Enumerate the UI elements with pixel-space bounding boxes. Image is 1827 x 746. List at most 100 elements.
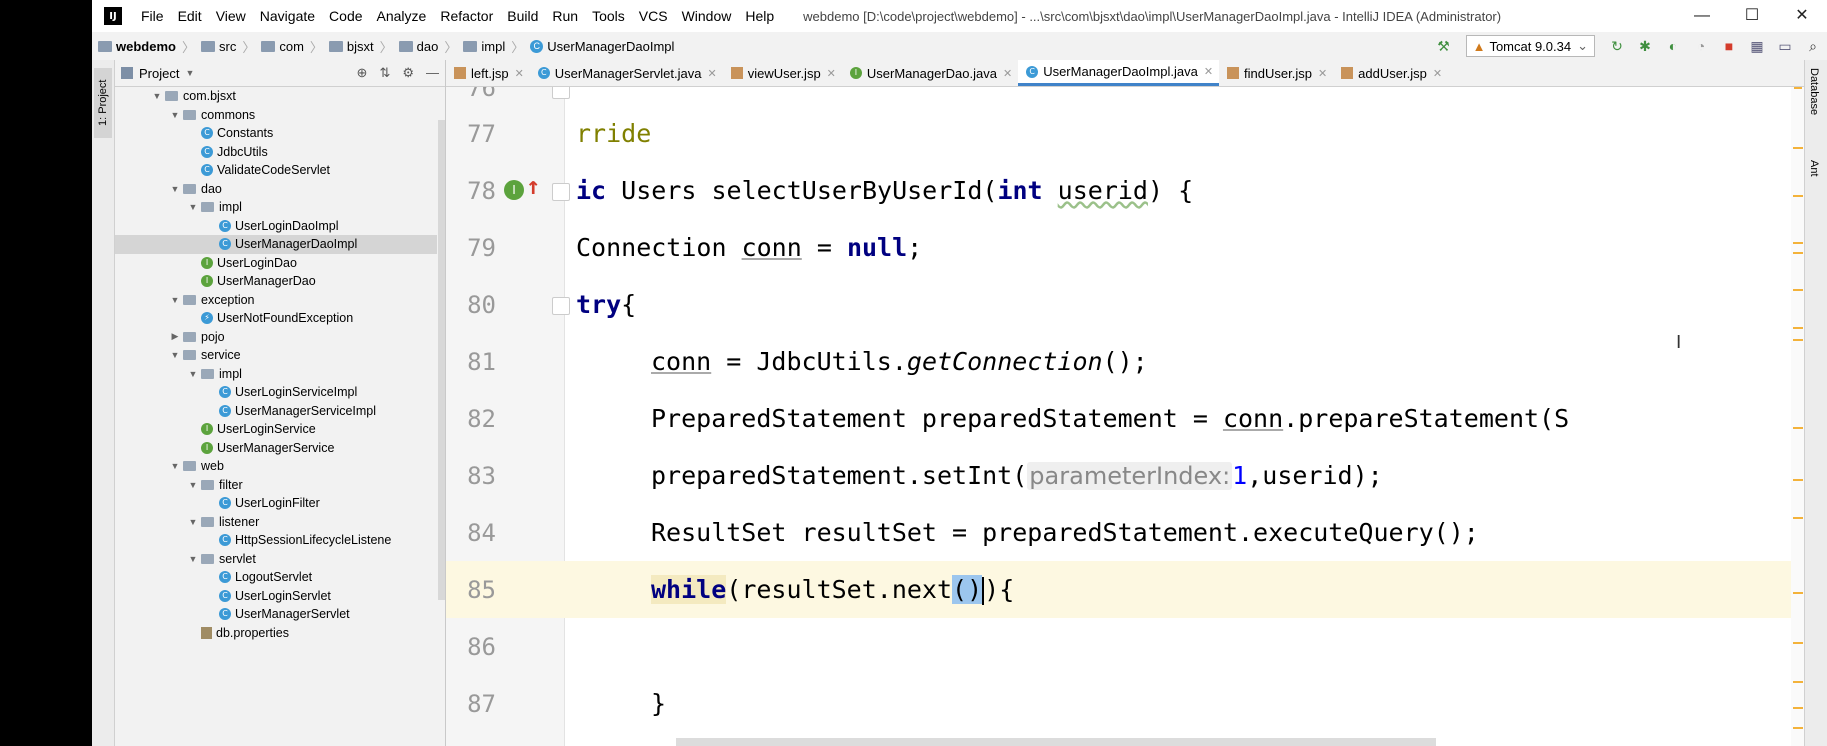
expand-down-icon[interactable]: ▼ xyxy=(167,184,183,194)
warning-marker[interactable] xyxy=(1793,147,1803,149)
tree-item[interactable]: ▼ impl xyxy=(115,198,437,217)
expand-down-icon[interactable]: ▼ xyxy=(149,91,165,101)
warning-marker[interactable] xyxy=(1793,252,1803,254)
menu-edit[interactable]: Edit xyxy=(171,8,209,24)
tree-item[interactable]: C UserManagerServiceImpl xyxy=(115,402,437,421)
warning-marker[interactable] xyxy=(1793,327,1803,329)
tree-item[interactable]: ▼ impl xyxy=(115,365,437,384)
tree-item[interactable]: C Constants xyxy=(115,124,437,143)
warning-marker[interactable] xyxy=(1793,339,1803,341)
tree-item[interactable]: I UserLoginDao xyxy=(115,254,437,273)
close-tab-icon[interactable]: ✕ xyxy=(515,67,524,80)
tree-item[interactable]: I UserManagerDao xyxy=(115,272,437,291)
close-button[interactable]: ✕ xyxy=(1777,0,1827,32)
tree-item[interactable]: db.properties xyxy=(115,624,437,643)
menu-vcs[interactable]: VCS xyxy=(632,8,675,24)
breadcrumb-src[interactable]: src xyxy=(219,39,236,54)
close-tab-icon[interactable]: ✕ xyxy=(1433,67,1442,80)
breadcrumb-impl[interactable]: impl xyxy=(481,39,505,54)
tree-item[interactable]: C UserLoginFilter xyxy=(115,494,437,513)
tree-item[interactable]: ▼ servlet xyxy=(115,550,437,569)
warning-marker[interactable] xyxy=(1793,517,1803,519)
editor-tab[interactable]: I UserManagerDao.java ✕ xyxy=(842,60,1018,86)
expand-down-icon[interactable]: ▼ xyxy=(167,110,183,120)
tree-item[interactable]: ▼ exception xyxy=(115,291,437,310)
warning-marker[interactable] xyxy=(1793,592,1803,594)
chevron-down-icon[interactable]: ▼ xyxy=(185,68,194,78)
tree-item[interactable]: ▼ filter xyxy=(115,476,437,495)
profile-icon[interactable]: ◔ xyxy=(1690,38,1712,54)
collapse-all-icon[interactable]: ⇅ xyxy=(379,65,390,81)
coverage-icon[interactable]: ◐ xyxy=(1662,38,1684,54)
close-tab-icon[interactable]: ✕ xyxy=(1003,67,1012,80)
project-scrollbar[interactable] xyxy=(438,120,445,600)
close-tab-icon[interactable]: ✕ xyxy=(707,67,716,80)
tree-item[interactable]: C UserLoginServlet xyxy=(115,587,437,606)
expand-down-icon[interactable]: ▼ xyxy=(167,295,183,305)
code-editor[interactable]: 76 77 rride 78 I ↑ ic Users selectUserBy… xyxy=(446,87,1805,746)
tree-item[interactable]: I UserManagerService xyxy=(115,439,437,458)
fold-marker-icon[interactable] xyxy=(552,183,570,201)
expand-down-icon[interactable]: ▼ xyxy=(167,350,183,360)
warning-marker[interactable] xyxy=(1794,87,1802,89)
warning-marker[interactable] xyxy=(1793,727,1803,729)
project-tool-tab[interactable]: 1: Project xyxy=(94,68,112,138)
editor-tab[interactable]: addUser.jsp ✕ xyxy=(1333,60,1448,86)
minimize-button[interactable]: — xyxy=(1677,0,1727,32)
search-icon[interactable]: ⌕ xyxy=(1802,38,1824,55)
up-arrow-icon[interactable]: ↑ xyxy=(526,172,540,200)
editor-tab[interactable]: viewUser.jsp ✕ xyxy=(723,60,842,86)
tree-item[interactable]: ▼ com.bjsxt xyxy=(115,87,437,106)
build-hammer-icon[interactable]: ⚒ xyxy=(1433,38,1455,55)
tree-item[interactable]: C LogoutServlet xyxy=(115,568,437,587)
menu-file[interactable]: File xyxy=(134,8,171,24)
menu-window[interactable]: Window xyxy=(675,8,739,24)
expand-down-icon[interactable]: ▼ xyxy=(185,554,201,564)
editor-tab[interactable]: findUser.jsp ✕ xyxy=(1219,60,1333,86)
breadcrumb-com[interactable]: com xyxy=(279,39,304,54)
editor-tab[interactable]: C UserManagerServlet.java ✕ xyxy=(530,60,723,86)
tree-item[interactable]: ▼ commons xyxy=(115,106,437,125)
debug-icon[interactable]: ✱ xyxy=(1634,38,1656,55)
tree-item[interactable]: C UserLoginServiceImpl xyxy=(115,383,437,402)
expand-down-icon[interactable]: ▼ xyxy=(185,517,201,527)
horizontal-scrollbar[interactable] xyxy=(676,738,1436,746)
tree-item[interactable]: C ValidateCodeServlet xyxy=(115,161,437,180)
menu-code[interactable]: Code xyxy=(322,8,369,24)
expand-right-icon[interactable]: ▶ xyxy=(167,331,183,342)
menu-refactor[interactable]: Refactor xyxy=(433,8,500,24)
database-tool-tab[interactable]: Database xyxy=(1808,68,1820,115)
warning-marker[interactable] xyxy=(1793,427,1803,429)
rerun-icon[interactable]: ↻ xyxy=(1606,38,1628,55)
close-tab-icon[interactable]: ✕ xyxy=(827,67,836,80)
warning-marker[interactable] xyxy=(1793,195,1803,197)
tree-item[interactable]: ▼ dao xyxy=(115,180,437,199)
project-structure-icon[interactable]: ▦ xyxy=(1746,38,1768,55)
expand-down-icon[interactable]: ▼ xyxy=(185,202,201,212)
breadcrumb-project[interactable]: webdemo xyxy=(116,39,176,54)
warning-marker[interactable] xyxy=(1793,242,1803,244)
warning-marker[interactable] xyxy=(1793,707,1803,709)
locate-icon[interactable]: ⊕ xyxy=(357,65,368,81)
project-view-select[interactable]: Project xyxy=(139,66,179,81)
menu-tools[interactable]: Tools xyxy=(585,8,632,24)
stop-icon[interactable]: ■ xyxy=(1718,38,1740,54)
menu-help[interactable]: Help xyxy=(738,8,781,24)
menu-build[interactable]: Build xyxy=(500,8,545,24)
implements-gutter-icon[interactable]: I xyxy=(504,180,524,200)
breadcrumb-bjsxt[interactable]: bjsxt xyxy=(347,39,374,54)
tree-item[interactable]: ▼ service xyxy=(115,346,437,365)
menu-navigate[interactable]: Navigate xyxy=(253,8,322,24)
expand-down-icon[interactable]: ▼ xyxy=(185,369,201,379)
tree-item[interactable]: ▼ listener xyxy=(115,513,437,532)
tree-item[interactable]: C JdbcUtils xyxy=(115,143,437,162)
tree-item[interactable]: C UserManagerDaoImpl xyxy=(115,235,437,254)
run-config-select[interactable]: ▲ Tomcat 9.0.34 ⌄ xyxy=(1465,35,1595,57)
fold-marker-icon[interactable] xyxy=(552,87,570,99)
layout-icon[interactable]: ▭ xyxy=(1774,38,1796,55)
error-stripe[interactable] xyxy=(1791,87,1805,746)
warning-marker[interactable] xyxy=(1793,289,1803,291)
menu-view[interactable]: View xyxy=(209,8,253,24)
warning-marker[interactable] xyxy=(1793,681,1803,683)
close-tab-icon[interactable]: ✕ xyxy=(1204,65,1213,78)
